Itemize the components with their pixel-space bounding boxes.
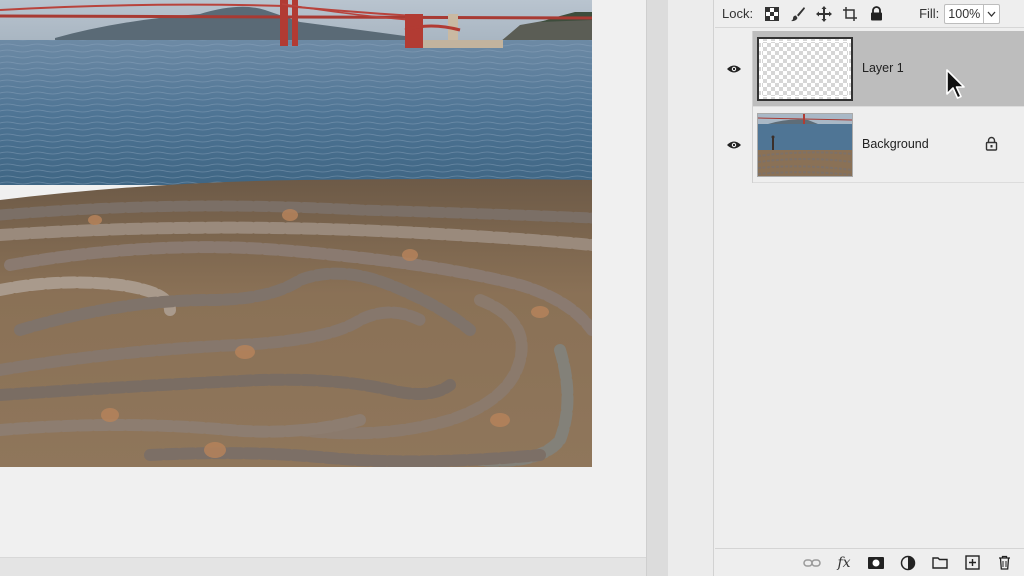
document-canvas[interactable] [0, 0, 646, 576]
visibility-toggle[interactable] [715, 31, 753, 107]
lock-all-icon[interactable] [868, 6, 884, 22]
lock-bar: Lock: Fill: 100% [715, 0, 1024, 28]
visibility-toggle[interactable] [715, 107, 753, 183]
layer-row-layer-1[interactable]: Layer 1 [715, 31, 1024, 107]
lock-transparent-pixels-icon[interactable] [764, 6, 780, 22]
layer-lock-icon[interactable] [985, 136, 999, 152]
mask-icon[interactable] [866, 553, 886, 573]
lock-image-pixels-brush-icon[interactable] [790, 6, 806, 22]
eye-icon [726, 65, 741, 73]
layer-name[interactable]: Background [862, 137, 929, 151]
lock-label: Lock: [722, 6, 754, 21]
layer-thumbnail-transparent[interactable] [757, 37, 853, 101]
lock-position-move-icon[interactable] [816, 5, 833, 22]
layer-row-background[interactable]: Background [715, 107, 1024, 183]
chevron-down-icon[interactable] [984, 3, 1001, 24]
canvas-image[interactable] [0, 0, 592, 467]
vertical-scrollbar[interactable] [646, 0, 668, 576]
fx-icon[interactable]: fx [834, 553, 854, 573]
lock-artboard-icon[interactable] [842, 6, 858, 22]
layer-thumbnail-photo[interactable] [757, 113, 853, 177]
fill-input[interactable]: 100% [944, 3, 985, 24]
mouse-pointer-icon [945, 68, 967, 102]
layers-panel-footer: fx [715, 548, 1024, 576]
panel-gutter [668, 0, 714, 576]
photoshop-window: Lock: Fill: 100% Layer 1 Background fx [0, 0, 1024, 576]
new-layer-icon[interactable] [962, 553, 982, 573]
link-layers-icon[interactable] [802, 553, 822, 573]
adjustment-icon[interactable] [898, 553, 918, 573]
horizontal-scrollbar[interactable] [0, 557, 646, 576]
layer-name[interactable]: Layer 1 [862, 61, 904, 75]
labyrinth-photo [0, 0, 592, 467]
trash-icon[interactable] [994, 553, 1014, 573]
eye-icon [726, 141, 741, 149]
fill-label: Fill: [919, 6, 940, 21]
background-thumbnail-image [758, 114, 852, 176]
layers-panel: Lock: Fill: 100% Layer 1 Background fx [715, 0, 1024, 576]
folder-icon[interactable] [930, 553, 950, 573]
